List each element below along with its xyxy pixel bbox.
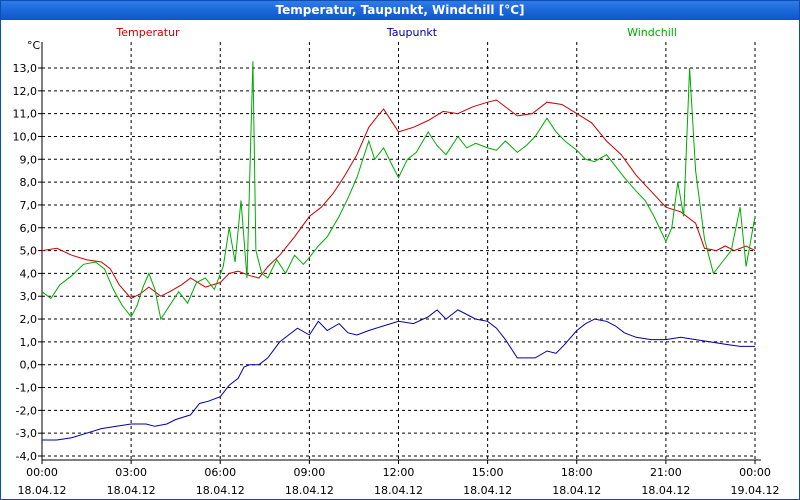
x-tick-time-label: 06:00 [204,466,236,479]
x-tick-date-label: 18.04.12 [196,484,245,497]
window-title: Temperatur, Taupunkt, Windchill [°C] [1,1,799,20]
grid-lines [41,42,756,460]
y-tick-label: 5,0 [20,245,38,258]
y-tick-label: 12,0 [13,85,38,98]
y-tick-label: -2,0 [16,404,37,417]
x-tick-time-label: 18:00 [561,466,593,479]
y-tick-label: -4,0 [16,450,37,463]
y-tick-label: 3,0 [20,290,38,303]
legend-entry-temperatur: Temperatur [115,26,180,39]
y-tick-label: 11,0 [13,108,38,121]
y-axis-unit-label: °C [27,39,41,52]
y-tick-label: -3,0 [16,427,37,440]
y-tick-label: -1,0 [16,382,37,395]
series-line-windchill [41,61,756,321]
x-tick-date-label: 18.04.12 [107,484,156,497]
x-tick-time-label: 09:00 [294,466,326,479]
x-tick-time-label: 03:00 [115,466,147,479]
legend-entry-taupunkt: Taupunkt [386,26,438,39]
legend: Temperatur Taupunkt Windchill [115,26,677,39]
y-tick-label: 13,0 [13,62,38,75]
x-tick-date-label: 18.04.12 [463,484,512,497]
y-tick-label: 9,0 [20,153,38,166]
x-tick-date-label: 18.04.12 [18,484,67,497]
x-tick-time-label: 15:00 [472,466,504,479]
x-tick-time-label: 12:00 [383,466,415,479]
x-tick-date-label: 18.04.12 [374,484,423,497]
legend-entry-windchill: Windchill [627,26,677,39]
y-axis: 13,0 12,0 11,0 10,0 9,0 8,0 7,0 6,0 5,0 4,0 3,0 2,0… [13,42,43,463]
x-tick-time-label: 21:00 [650,466,682,479]
x-tick-date-label: 18.04.12 [285,484,334,497]
x-tick-time-label: 00:00 [739,466,771,479]
y-tick-label: 7,0 [20,199,38,212]
y-tick-label: 10,0 [13,130,38,143]
y-tick-label: 2,0 [20,313,38,326]
x-tick-date-label: 19.04.12 [731,484,780,497]
y-tick-label: 6,0 [20,222,38,235]
x-tick-date-label: 18.04.12 [641,484,690,497]
x-axis: 00:00 18.04.12 03:00 18.04.12 06:00 18.04.12 0… [18,459,780,497]
chart-canvas: 13,0 12,0 11,0 10,0 9,0 8,0 7,0 6,0 5,0 4,0 3,0 2,0… [13,26,780,497]
x-tick-date-label: 18.04.12 [552,484,601,497]
y-tick-label: 8,0 [20,176,38,189]
y-tick-label: 0,0 [20,359,38,372]
y-tick-label: 4,0 [20,267,38,280]
y-tick-label: 1,0 [20,336,38,349]
x-tick-time-label: 00:00 [26,466,58,479]
